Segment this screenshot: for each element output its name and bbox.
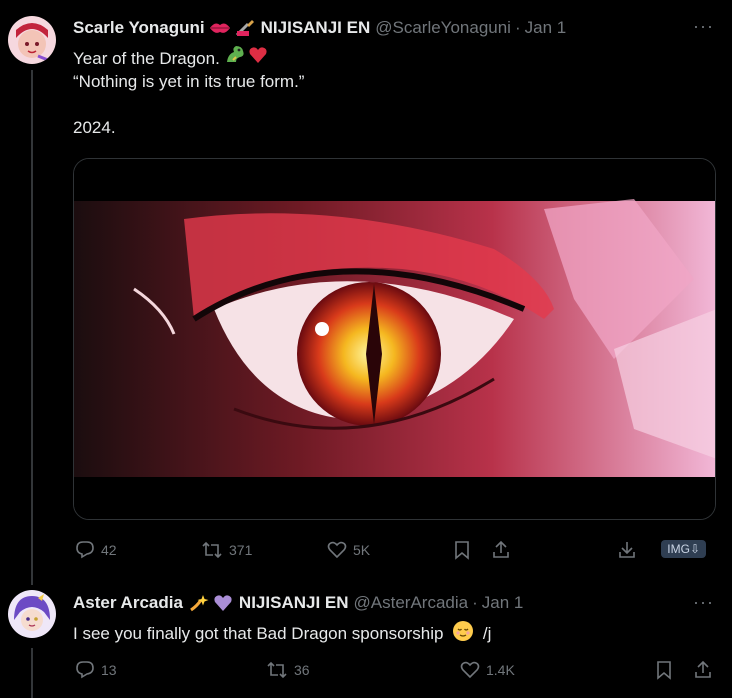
bookmark-icon [657,661,671,680]
timestamp[interactable]: Jan 1 [482,593,524,613]
more-icon[interactable]: ··· [693,16,714,37]
tweet-text-line: I see you finally got that Bad Dragon sp… [73,624,444,643]
repost-icon [202,541,222,559]
like-button[interactable]: 5K [327,540,370,560]
heart-emoji [248,46,268,64]
like-icon [460,661,480,679]
tweet-text-line: Year of the Dragon. [73,49,220,68]
sparkle-star-emoji [189,594,209,612]
like-count: 5K [353,542,371,558]
repost-count: 371 [229,542,253,558]
timestamp[interactable]: Jan 1 [525,18,567,38]
tweet-header: Scarle Yonaguni NIJISANJI EN @ScarleYona… [73,18,566,38]
display-name[interactable]: Aster Arcadia [73,593,183,613]
repost-icon [267,661,287,679]
reply-button[interactable]: 42 [75,540,117,560]
tweet-text: Year of the Dragon. “Nothing is yet in i… [73,44,304,139]
tweet-image[interactable] [73,158,716,520]
bookmark-icon [455,541,469,560]
thread-line [31,70,33,585]
like-icon [327,541,347,559]
repost-button[interactable]: 36 [266,660,310,680]
affiliation[interactable]: NIJISANJI EN [239,593,349,613]
tweet-actions: 13 36 1.4K [73,658,716,682]
share-button[interactable] [491,540,517,560]
like-button[interactable]: 1.4K [460,660,515,680]
avatar-aster[interactable] [8,590,56,638]
handle[interactable]: @AsterArcadia [354,593,469,613]
tweet-text-suffix: /j [482,624,492,643]
tweet-actions: 42 371 5K IMG⇩ [73,538,716,562]
reply-icon [76,661,94,679]
avatar-scarle[interactable] [8,16,56,64]
dragon-emoji [224,44,246,64]
reply-count: 42 [101,542,117,558]
purple-heart-emoji [213,594,233,612]
more-icon[interactable]: ··· [693,592,714,613]
tweet-text: I see you finally got that Bad Dragon sp… [73,620,491,645]
reply-icon [76,541,94,559]
separator-dot: · [514,18,521,37]
bookmark-button[interactable] [453,540,477,560]
separator-dot: · [472,593,478,612]
share-icon [493,540,509,558]
image-download-badge[interactable]: IMG⇩ [661,540,706,558]
like-count: 1.4K [486,662,515,678]
tweet-header: Aster Arcadia NIJISANJI EN @AsterArcadia… [73,593,523,613]
bookmark-button[interactable] [655,660,679,680]
tweet-text-line: “Nothing is yet in its true form.” [73,72,305,91]
repost-count: 36 [294,662,310,678]
display-name[interactable]: Scarle Yonaguni [73,18,205,38]
thread-line [31,648,33,698]
lips-emoji [209,20,231,36]
handle[interactable]: @ScarleYonaguni [375,18,511,38]
affiliation[interactable]: NIJISANJI EN [261,18,371,38]
relieved-face-emoji [452,620,474,642]
brush-emoji [235,19,255,37]
tweet-text-line: 2024. [73,118,116,137]
share-button[interactable] [693,660,719,680]
reply-button[interactable]: 13 [75,660,117,680]
download-button[interactable] [617,540,643,560]
repost-button[interactable]: 371 [201,540,252,560]
download-icon [619,542,635,558]
reply-count: 13 [101,662,117,678]
share-icon [695,660,711,678]
